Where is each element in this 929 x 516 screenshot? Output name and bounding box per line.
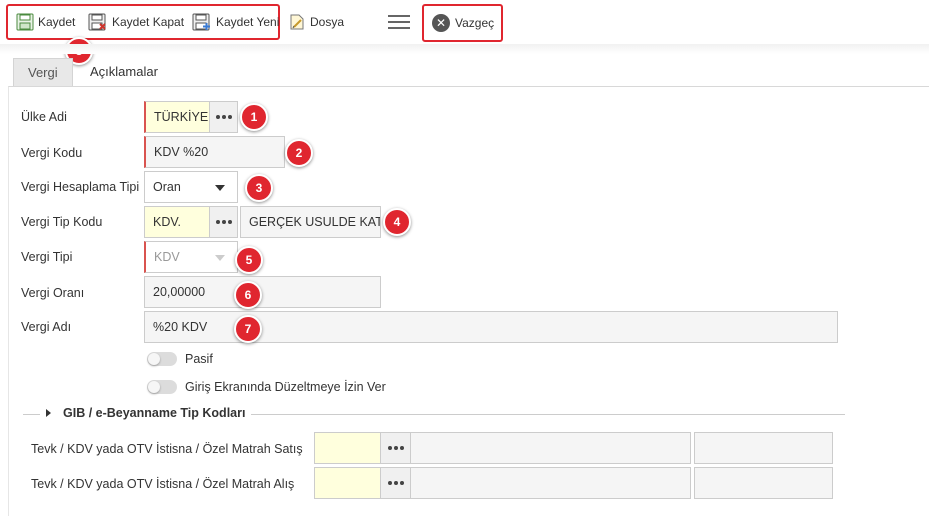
tax-name-label: Vergi Adı (21, 320, 72, 334)
save-close-icon (88, 13, 106, 31)
file-button[interactable]: Dosya (288, 12, 344, 32)
gib-section-header[interactable]: GIB / e-Beyanname Tip Kodları (40, 406, 252, 420)
tax-code-input[interactable]: KDV %20 (144, 136, 285, 168)
close-icon: ✕ (432, 14, 450, 32)
menu-icon[interactable] (388, 15, 410, 30)
file-icon (290, 14, 304, 30)
tax-type-label: Vergi Tipi (21, 250, 73, 264)
tax-rate-input[interactable]: 20,00000 (144, 276, 381, 308)
toolbar-divider (0, 44, 929, 54)
save-icon (16, 13, 34, 31)
gib-purchase-lookup-button[interactable] (380, 467, 411, 499)
tax-type-select[interactable]: KDV (144, 241, 238, 273)
tax-type-code-description: GERÇEK USULDE KATMA DEĞER VERGİSİ (240, 206, 381, 238)
annotation-badge-4: 4 (383, 208, 411, 236)
gib-sales-description (410, 432, 691, 464)
save-new-button[interactable]: Kaydet Yeni (192, 12, 279, 32)
tax-type-value: KDV (154, 250, 180, 264)
gib-purchase-extra (694, 467, 833, 499)
gib-row-label: Tevk / KDV yada OTV İstisna / Özel Matra… (31, 477, 295, 491)
tab-vergi[interactable]: Vergi (13, 58, 73, 86)
tab-aciklamalar[interactable]: Açıklamalar (76, 58, 172, 86)
allow-edit-toggle[interactable] (147, 380, 177, 394)
cancel-label: Vazgeç (455, 16, 495, 30)
allow-edit-label: Giriş Ekranında Düzeltmeye İzin Ver (185, 380, 386, 394)
chevron-down-icon (215, 255, 225, 261)
save-button[interactable]: Kaydet (16, 12, 75, 32)
annotation-badge-1: 1 (240, 103, 268, 131)
gib-purchase-description (410, 467, 691, 499)
country-label: Ülke Adi (21, 110, 67, 124)
tax-type-code-lookup-button[interactable] (209, 206, 238, 238)
caret-right-icon (46, 409, 51, 417)
annotation-badge-6: 6 (234, 281, 262, 309)
save-close-label: Kaydet Kapat (112, 15, 185, 29)
gib-sales-extra (694, 432, 833, 464)
calc-type-value: Oran (153, 180, 181, 194)
passive-label: Pasif (185, 352, 213, 366)
chevron-down-icon (215, 185, 225, 191)
annotation-badge-7: 7 (234, 315, 262, 343)
tax-code-label: Vergi Kodu (21, 146, 83, 160)
save-label: Kaydet (38, 15, 76, 29)
gib-sales-lookup-button[interactable] (380, 432, 411, 464)
gib-sales-code-input[interactable] (314, 432, 381, 464)
passive-toggle[interactable] (147, 352, 177, 366)
annotation-badge-3: 3 (245, 174, 273, 202)
cancel-button[interactable]: ✕ Vazgeç (422, 4, 503, 42)
tax-type-code-label: Vergi Tip Kodu (21, 215, 103, 229)
save-new-icon (192, 13, 210, 31)
country-input[interactable]: TÜRKİYE (144, 101, 210, 133)
country-lookup-button[interactable] (209, 101, 238, 133)
annotation-badge-2: 2 (285, 139, 313, 167)
gib-purchase-code-input[interactable] (314, 467, 381, 499)
file-label: Dosya (310, 15, 345, 29)
tax-type-code-input[interactable]: KDV. (144, 206, 210, 238)
save-close-button[interactable]: Kaydet Kapat (88, 12, 184, 32)
calc-type-select[interactable]: Oran (144, 171, 238, 203)
annotation-badge-5: 5 (235, 246, 263, 274)
save-new-label: Kaydet Yeni (216, 15, 280, 29)
gib-section-title: GIB / e-Beyanname Tip Kodları (63, 406, 246, 420)
tax-rate-label: Vergi Oranı (21, 286, 85, 300)
calc-type-label: Vergi Hesaplama Tipi (21, 180, 140, 194)
gib-row-label: Tevk / KDV yada OTV İstisna / Özel Matra… (31, 442, 303, 456)
